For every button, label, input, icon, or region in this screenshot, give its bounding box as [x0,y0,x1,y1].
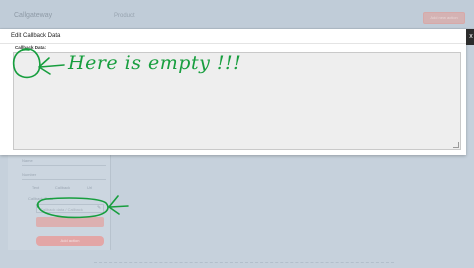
number-field[interactable]: Number [22,170,106,180]
add-action-submit-button[interactable]: Add action [36,236,104,246]
page-heading: Product [114,13,135,19]
callback-data-field-label: Callback Data: [15,45,47,50]
app-header: Callgateway Product Add new action [0,0,474,29]
add-action-button[interactable]: Add new action [423,12,465,24]
brand-logo[interactable]: Callgateway [14,12,52,19]
close-icon[interactable]: x [466,29,474,45]
tab-callback[interactable]: Callback [49,183,76,192]
footer-divider [94,262,394,265]
edit-icon[interactable]: ✎ [97,205,101,211]
action-type-tabs: Text Callback Url [22,183,106,192]
name-field[interactable]: Name [22,156,106,166]
edit-callback-modal: Edit Callback Data Callback Data: [0,29,466,155]
modal-divider [0,43,466,44]
tab-text[interactable]: Text [22,183,49,192]
annotation-arrow-bottom [108,195,129,215]
modal-title: Edit Callback Data [11,33,61,39]
resize-handle-icon[interactable] [453,142,459,148]
error-bar [36,217,104,227]
tab-url[interactable]: Url [76,183,103,192]
callback-data-field[interactable]: Callback data / Callback [36,204,104,213]
annotation-text: Here is empty !!! [68,52,242,74]
callback-data-label: Callback Data [28,196,53,201]
